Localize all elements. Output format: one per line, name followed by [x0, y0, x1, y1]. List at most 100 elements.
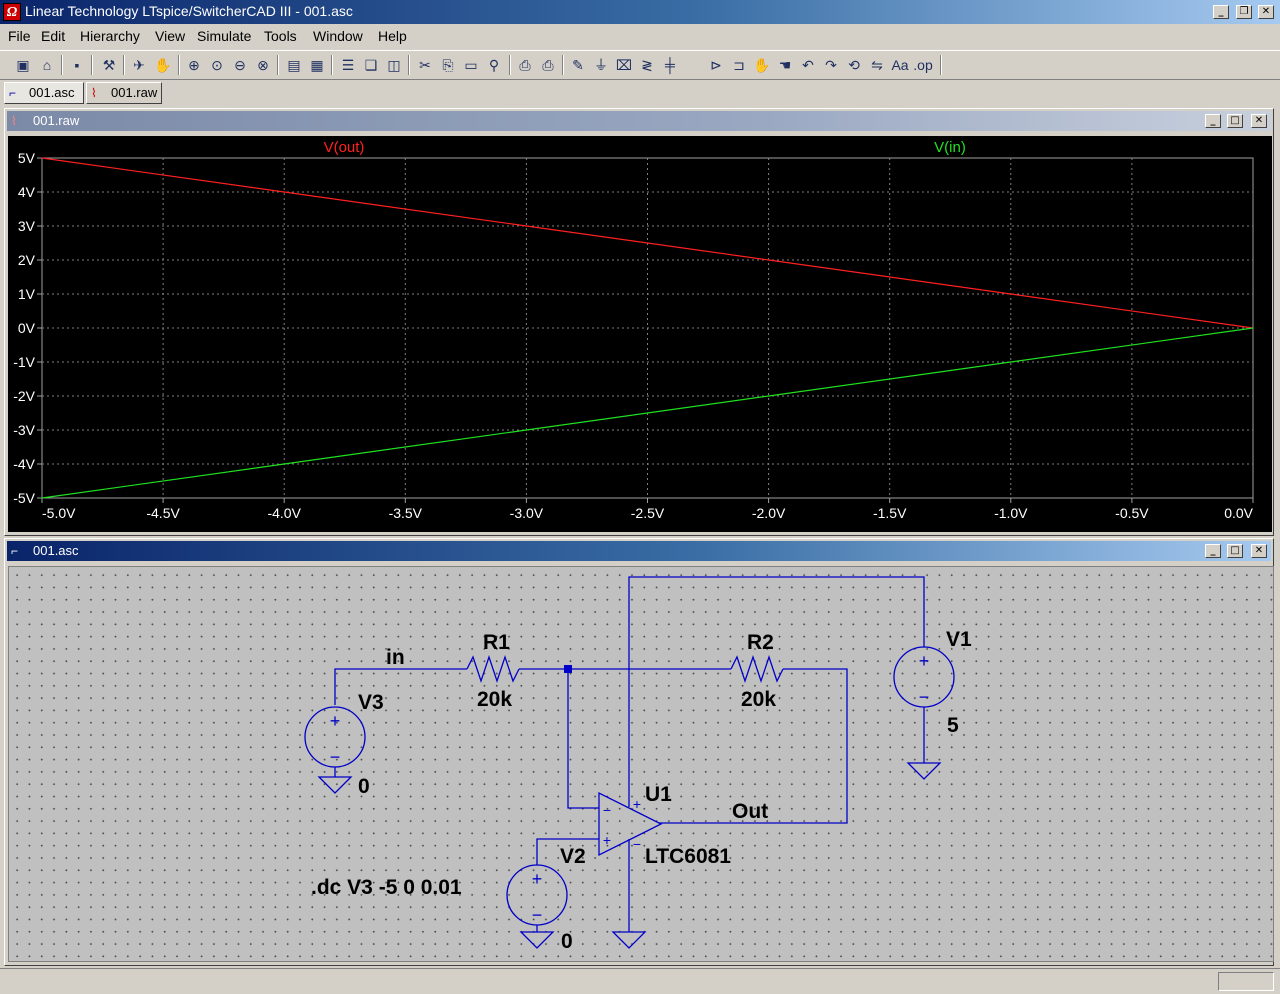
- redo-icon[interactable]: ↷: [820, 54, 842, 76]
- u1-value[interactable]: LTC6081: [645, 845, 731, 868]
- data-point: [41, 157, 43, 159]
- data-point: [525, 429, 528, 431]
- print-icon[interactable]: ⎙: [537, 54, 559, 76]
- data-point: [283, 463, 285, 465]
- copy-icon[interactable]: ⎘: [437, 54, 459, 76]
- find-icon[interactable]: ⚲: [483, 54, 505, 76]
- menu-hierarchy[interactable]: Hierarchy: [80, 28, 140, 44]
- tab-001-asc[interactable]: ⌐ 001.asc: [4, 82, 84, 104]
- new-schematic-icon[interactable]: ▣: [12, 54, 34, 76]
- zoom-fit-icon[interactable]: ⊗: [252, 54, 274, 76]
- undo-icon[interactable]: ↶: [797, 54, 819, 76]
- restore-button[interactable]: ❐: [1236, 5, 1252, 19]
- spice-directive[interactable]: .dc V3 -5 0 0.01: [311, 876, 462, 899]
- menu-window[interactable]: Window: [313, 28, 363, 44]
- grid-icon[interactable]: ▦: [306, 54, 328, 76]
- status-bar: [0, 968, 1280, 994]
- close-button[interactable]: ✕: [1251, 544, 1267, 558]
- menu-view[interactable]: View: [155, 28, 185, 44]
- minus-sign: −: [532, 905, 543, 925]
- waveform-icon: ⌇: [11, 114, 17, 128]
- print-setup-icon[interactable]: ⎙: [514, 54, 536, 76]
- ground-symbol[interactable]: [611, 931, 647, 949]
- menu-file[interactable]: File: [8, 28, 31, 44]
- r2-name[interactable]: R2: [747, 631, 774, 654]
- menu-tools[interactable]: Tools: [264, 28, 297, 44]
- title-bar[interactable]: Ω Linear Technology LTspice/SwitcherCAD …: [0, 0, 1280, 24]
- x-tick-label: -3.0V: [510, 505, 544, 521]
- zoom-pan-icon[interactable]: ⊙: [206, 54, 228, 76]
- minimize-button[interactable]: _: [1205, 114, 1221, 128]
- cascade-icon[interactable]: ❏: [360, 54, 382, 76]
- document-tabs: ⌐ 001.asc ⌇ 001.raw: [0, 80, 1280, 106]
- move-icon[interactable]: ✋: [751, 54, 773, 76]
- component-icon[interactable]: ⊐: [728, 54, 750, 76]
- v2-name[interactable]: V2: [560, 845, 586, 868]
- wire[interactable]: [334, 668, 467, 705]
- spice-directive-icon[interactable]: .op: [912, 54, 934, 76]
- data-point: [1010, 361, 1012, 363]
- menu-edit[interactable]: Edit: [41, 28, 65, 44]
- net-label-out[interactable]: Out: [732, 800, 768, 823]
- resistor-icon[interactable]: ≷: [636, 54, 658, 76]
- tab-label: 001.asc: [29, 85, 75, 100]
- menu-help[interactable]: Help: [378, 28, 407, 44]
- halt-icon[interactable]: ✋: [152, 54, 174, 76]
- waveform-chart[interactable]: -5.0V -4.5V -4.0V -3.5V -3.0V -2.5V -2.0V -1.5V…: [8, 136, 1272, 532]
- r2-value[interactable]: 20k: [741, 688, 776, 711]
- v2-value[interactable]: 0: [561, 930, 573, 953]
- schematic-window-caption[interactable]: ⌐ 001.asc _ □ ✕: [7, 541, 1271, 561]
- net-label-in[interactable]: in: [386, 646, 405, 669]
- waveform-icon: ⌇: [91, 86, 97, 100]
- close-button[interactable]: ✕: [1258, 5, 1274, 19]
- resistor-r2[interactable]: [730, 654, 784, 684]
- cut-icon[interactable]: ✂: [414, 54, 436, 76]
- paste-icon[interactable]: ▭: [460, 54, 482, 76]
- autorange-icon[interactable]: ▤: [283, 54, 305, 76]
- minus-sign: −: [330, 747, 341, 767]
- capacitor-icon[interactable]: ╪: [659, 54, 681, 76]
- mirror-icon[interactable]: ⇋: [866, 54, 888, 76]
- close-button[interactable]: ✕: [1251, 114, 1267, 128]
- wire[interactable]: [628, 576, 925, 807]
- maximize-button[interactable]: □: [1227, 544, 1243, 558]
- drag-icon[interactable]: ☚: [774, 54, 796, 76]
- tile-horizontal-icon[interactable]: ☰: [337, 54, 359, 76]
- resistor-r1[interactable]: [466, 654, 520, 684]
- tile-vertical-icon[interactable]: ◫: [383, 54, 405, 76]
- v3-name[interactable]: V3: [358, 691, 384, 714]
- ground-icon[interactable]: ⏚: [590, 54, 612, 76]
- minimize-button[interactable]: _: [1213, 5, 1229, 19]
- u1-name[interactable]: U1: [645, 783, 672, 806]
- waveform-plot[interactable]: -5.0V -4.5V -4.0V -3.5V -3.0V -2.5V -2.0V -1.5V…: [8, 136, 1272, 532]
- waveform-window-caption[interactable]: ⌇ 001.raw _ □ ✕: [7, 111, 1271, 131]
- zoom-in-icon[interactable]: ⊕: [183, 54, 205, 76]
- data-point: [1252, 327, 1254, 329]
- ground-symbol[interactable]: [317, 776, 353, 794]
- wire[interactable]: [567, 669, 599, 809]
- x-tick-label: -4.0V: [267, 505, 301, 521]
- text-icon[interactable]: Aa: [889, 54, 911, 76]
- schematic-canvas[interactable]: + − + − + − − + + − in R1 20k R2 20k V1 …: [8, 566, 1274, 962]
- open-icon[interactable]: ⌂: [36, 54, 58, 76]
- diode-icon[interactable]: ⊳: [705, 54, 727, 76]
- wire-icon[interactable]: ✎: [567, 54, 589, 76]
- v3-value[interactable]: 0: [358, 775, 370, 798]
- control-panel-icon[interactable]: ⚒: [98, 54, 120, 76]
- label-icon[interactable]: ⌧: [613, 54, 635, 76]
- r1-name[interactable]: R1: [483, 631, 510, 654]
- ground-symbol[interactable]: [906, 762, 942, 780]
- tab-001-raw[interactable]: ⌇ 001.raw: [86, 82, 162, 104]
- run-icon[interactable]: ✈: [128, 54, 150, 76]
- zoom-out-icon[interactable]: ⊖: [229, 54, 251, 76]
- menu-simulate[interactable]: Simulate: [197, 28, 251, 44]
- rotate-icon[interactable]: ⟲: [843, 54, 865, 76]
- r1-value[interactable]: 20k: [477, 688, 512, 711]
- plus-sign: +: [532, 869, 543, 889]
- minimize-button[interactable]: _: [1205, 544, 1221, 558]
- v1-value[interactable]: 5: [947, 714, 959, 737]
- ground-symbol[interactable]: [519, 931, 555, 949]
- v1-name[interactable]: V1: [946, 628, 972, 651]
- save-icon[interactable]: ▪: [66, 54, 88, 76]
- maximize-button[interactable]: □: [1227, 114, 1243, 128]
